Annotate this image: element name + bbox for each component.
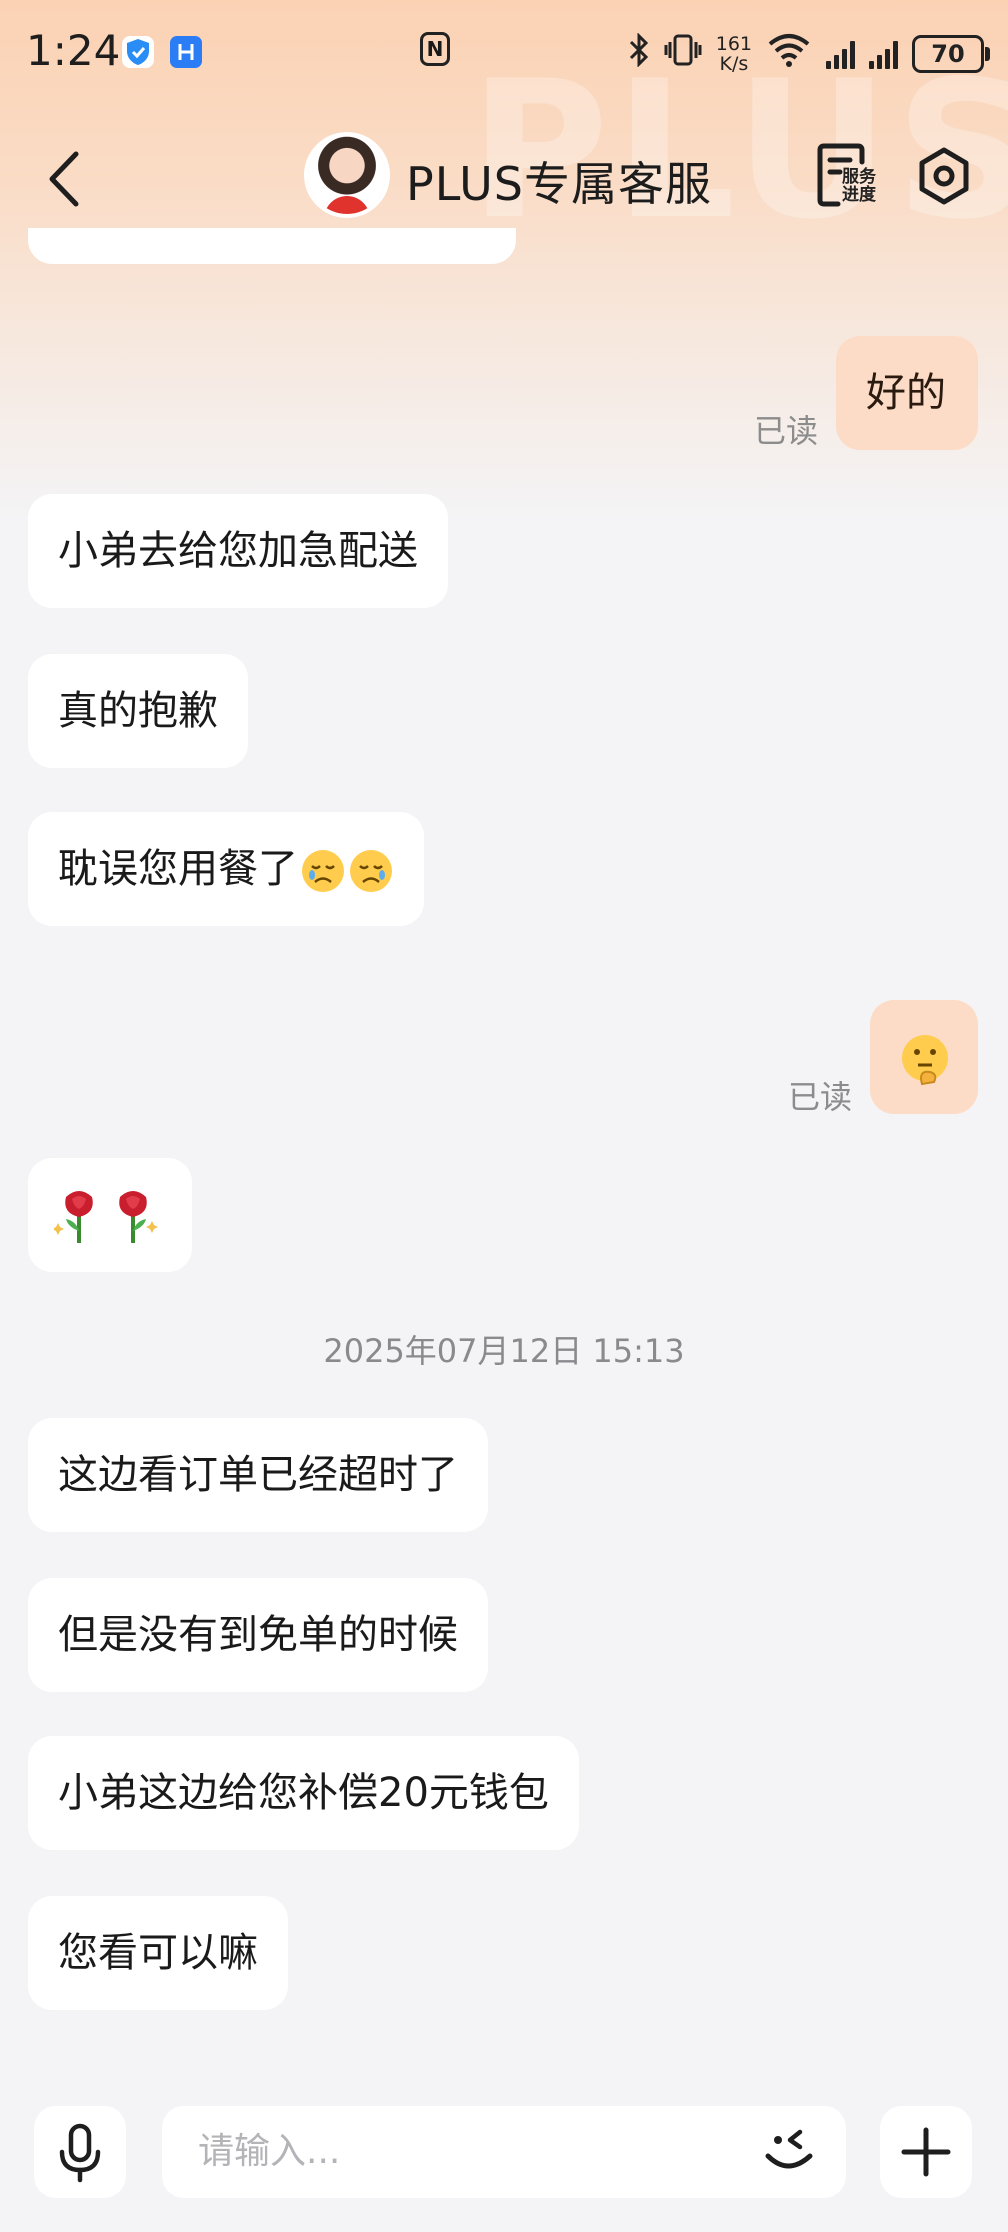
crying-face-icon [302, 850, 344, 892]
status-time: 1:24 [26, 26, 121, 75]
bluetooth-icon [628, 32, 650, 75]
incoming-message[interactable]: 耽误您用餐了 [28, 812, 424, 926]
wifi-icon [766, 32, 812, 76]
incoming-message[interactable]: 但是没有到免单的时候 [28, 1578, 488, 1692]
blue-app-icon [170, 36, 202, 68]
microphone-icon [59, 2123, 101, 2183]
cellular-signal-icon-1 [826, 39, 855, 69]
incoming-message[interactable] [28, 1158, 192, 1272]
service-progress-label[interactable]: 服务进度 [842, 168, 882, 204]
thinking-face-icon [902, 1035, 948, 1086]
input-bar: 请输入... [0, 2090, 1008, 2232]
outgoing-message[interactable] [870, 1000, 978, 1114]
chat-header: PLUS专属客服 服务进度 [0, 108, 1008, 248]
message-text: 耽误您用餐了 [58, 846, 298, 892]
nfc-icon: N [420, 32, 450, 66]
outgoing-message[interactable]: 好的 [836, 336, 978, 450]
message-input[interactable]: 请输入... [162, 2106, 846, 2198]
previous-card-edge [28, 228, 516, 264]
plus-icon [901, 2127, 951, 2177]
more-options-button[interactable] [880, 2106, 972, 2198]
rose-icon [54, 1191, 93, 1243]
incoming-message[interactable]: 这边看订单已经超时了 [28, 1418, 488, 1532]
vibrate-icon [664, 33, 702, 75]
battery-icon: 70 [912, 35, 990, 73]
read-receipt: 已读 [754, 412, 819, 450]
agent-avatar[interactable] [308, 136, 386, 214]
shield-app-icon [122, 36, 154, 68]
settings-icon[interactable] [914, 146, 974, 206]
back-arrow-icon[interactable] [42, 146, 88, 212]
status-bar: 1:24 N 161 K/s 70 [0, 0, 1008, 108]
incoming-message[interactable]: 小弟去给您加急配送 [28, 494, 448, 608]
page-title: PLUS专属客服 [406, 157, 712, 211]
message-timestamp: 2025年07月12日 15:13 [323, 1332, 685, 1370]
crying-face-icon [350, 850, 392, 892]
incoming-message[interactable]: 小弟这边给您补偿20元钱包 [28, 1736, 579, 1850]
cellular-signal-icon-2 [869, 39, 898, 69]
network-speed: 161 K/s [715, 33, 752, 75]
incoming-message[interactable]: 您看可以嘛 [28, 1896, 288, 2010]
emoji-wink-icon[interactable] [756, 2114, 826, 2184]
incoming-message[interactable]: 真的抱歉 [28, 654, 248, 768]
voice-input-button[interactable] [34, 2106, 126, 2198]
rose-icon [119, 1191, 158, 1243]
read-receipt: 已读 [788, 1078, 853, 1116]
